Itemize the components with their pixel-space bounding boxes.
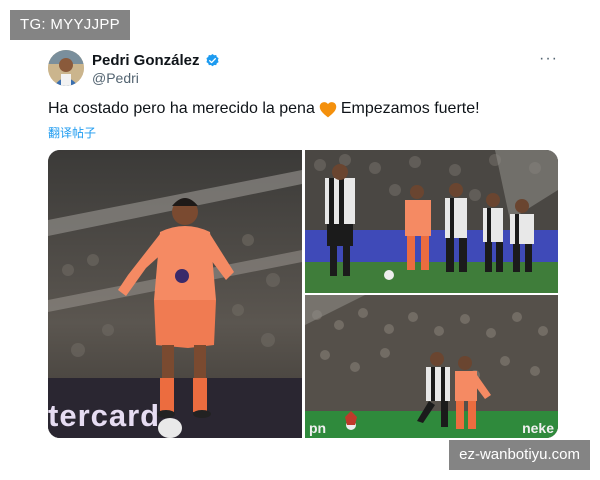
- tweet-text: Ha costado pero ha merecido la pena Empe…: [48, 100, 480, 118]
- photo-match-action[interactable]: [305, 150, 558, 293]
- watermark-top: TG: MYYJJPP: [10, 10, 130, 40]
- tweet-text-part-1: Ha costado pero ha merecido la pena: [48, 100, 315, 117]
- more-options-icon[interactable]: ···: [539, 50, 558, 68]
- avatar[interactable]: [48, 50, 84, 86]
- photo-3-image: [305, 295, 558, 438]
- translate-post-link[interactable]: 翻译帖子: [48, 124, 96, 141]
- avatar-image: [48, 50, 84, 86]
- watermark-bottom: ez-wanbotiyu.com: [449, 440, 590, 470]
- photo-1-ad-board: tercard: [48, 398, 161, 433]
- tweet-card: TG: MYYJJPP Pedri González @Pedri ··· Ha…: [0, 0, 600, 480]
- media-grid: tercard pn neke: [48, 150, 558, 438]
- author-handle[interactable]: @Pedri: [92, 70, 139, 86]
- photo-match-duel[interactable]: pn neke: [305, 295, 558, 438]
- tweet-text-part-2: Empezamos fuerte!: [340, 100, 480, 117]
- author-row: Pedri González: [92, 52, 220, 69]
- author-name[interactable]: Pedri González: [92, 52, 200, 69]
- page: TG: MYYJJPP Pedri González @Pedri ··· Ha…: [0, 0, 600, 480]
- photo-3-ad-board-left: pn: [309, 420, 327, 436]
- photo-player-dribbling[interactable]: tercard: [48, 150, 302, 438]
- photo-2-image: [305, 150, 558, 293]
- photo-3-ad-board-right: neke: [522, 420, 554, 436]
- orange-heart-icon: [319, 101, 337, 117]
- photo-1-image: [48, 150, 302, 438]
- verified-badge-icon: [205, 53, 219, 67]
